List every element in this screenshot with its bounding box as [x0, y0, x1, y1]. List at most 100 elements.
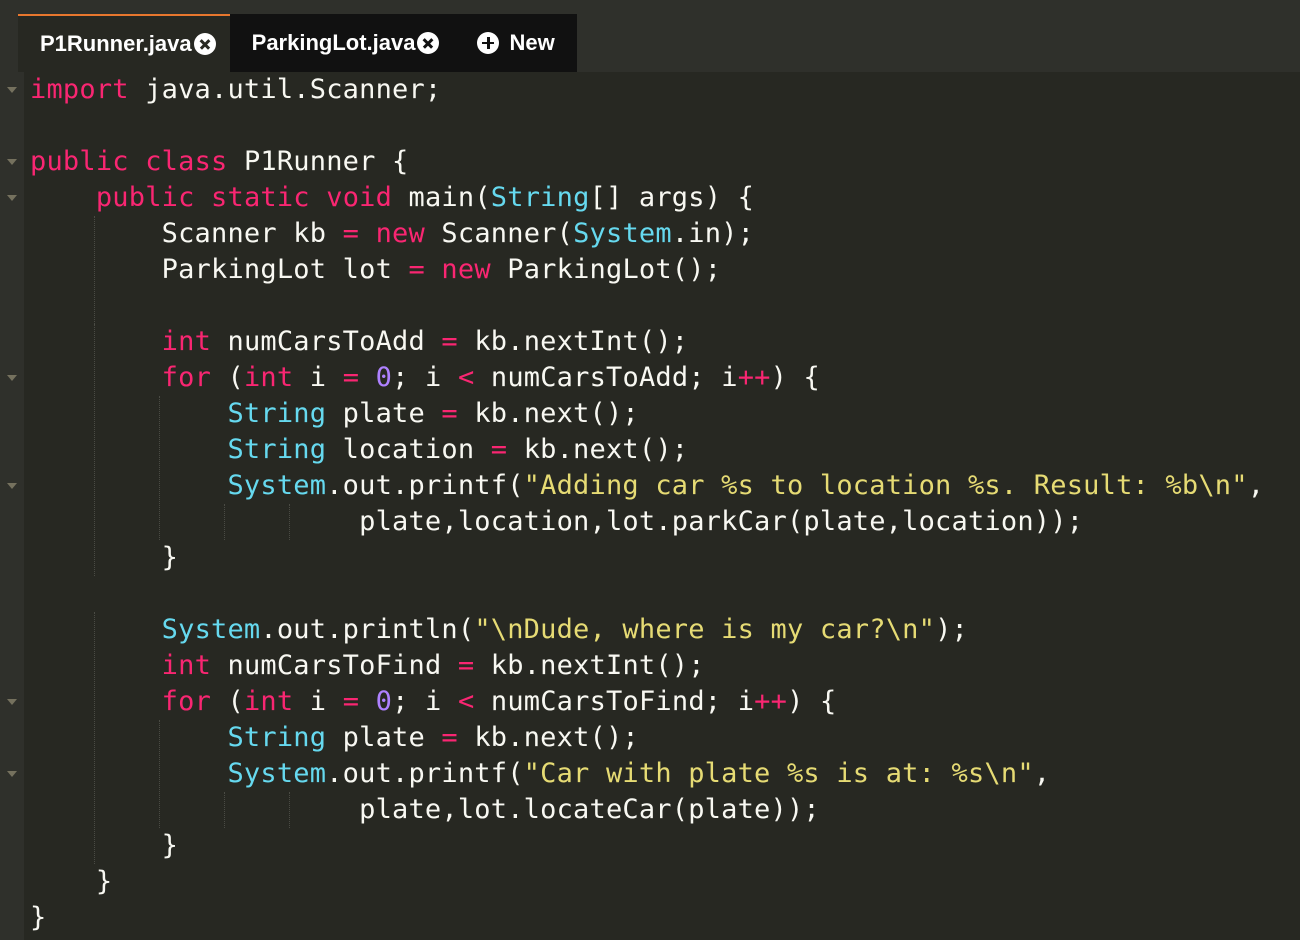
- code-token: System: [227, 470, 327, 501]
- code-line: for (int i = 0; i < numCarsToFind; i++) …: [30, 684, 837, 720]
- code-token: 0: [375, 686, 393, 717]
- code-line: import java.util.Scanner;: [30, 72, 441, 108]
- code-token: Scanner(: [424, 218, 574, 249]
- code-token: int: [161, 326, 212, 357]
- code-line: String plate = kb.next();: [30, 720, 639, 756]
- fold-arrow-icon[interactable]: [7, 699, 17, 705]
- code-line: System.out.println("\nDude, where is my …: [30, 612, 968, 648]
- code-token: [] args) {: [589, 182, 755, 213]
- code-token: plate,lot.locateCar(plate));: [30, 794, 820, 825]
- fold-arrow-icon[interactable]: [7, 375, 17, 381]
- code-token: ; i: [392, 362, 458, 393]
- code-token: =: [408, 254, 425, 285]
- fold-arrow-icon[interactable]: [7, 195, 17, 201]
- code-token: new: [441, 254, 491, 285]
- new-tab-button[interactable]: New: [453, 14, 577, 72]
- code-token: "Car with plate %s is at: %s\n": [523, 758, 1034, 789]
- code-token: String: [490, 182, 590, 213]
- code-token: plate: [326, 722, 442, 753]
- code-token: numCarsToFind: [211, 650, 458, 681]
- code-token: public: [95, 182, 195, 213]
- code-token: main(: [392, 182, 491, 213]
- code-token: =: [441, 722, 458, 753]
- code-token: int: [161, 650, 212, 681]
- fold-arrow-icon[interactable]: [7, 159, 17, 165]
- code-token: (: [211, 362, 244, 393]
- code-token: ,: [1033, 758, 1051, 789]
- code-line: }: [30, 864, 112, 900]
- code-line: System.out.printf("Adding car %s to loca…: [30, 468, 1264, 504]
- code-token: int: [243, 362, 294, 393]
- code-token: System: [573, 218, 672, 249]
- code-line: plate,location,lot.parkCar(plate,locatio…: [30, 504, 1083, 540]
- code-token: ,: [1247, 470, 1265, 501]
- tab-p1runner[interactable]: P1Runner.java: [18, 14, 230, 72]
- code-token: =: [490, 434, 508, 465]
- fold-arrow-icon[interactable]: [7, 87, 17, 93]
- close-icon[interactable]: [193, 33, 216, 55]
- code-token: ) {: [787, 686, 837, 717]
- code-token: numCarsToAdd; i: [474, 362, 738, 393]
- code-token: =: [342, 686, 360, 717]
- code-token: .in);: [671, 218, 755, 249]
- code-line: }: [30, 900, 46, 936]
- code-line: for (int i = 0; i < numCarsToAdd; i++) {: [30, 360, 820, 396]
- code-token: }: [30, 866, 113, 897]
- code-token: void: [326, 182, 393, 213]
- code-token: System: [161, 614, 261, 645]
- code-token: class: [145, 146, 228, 177]
- code-line: }: [30, 540, 178, 576]
- code-token: ; i: [392, 686, 458, 717]
- fold-arrow-icon[interactable]: [7, 483, 17, 489]
- code-line: int numCarsToAdd = kb.nextInt();: [30, 324, 688, 360]
- code-line: ParkingLot lot = new ParkingLot();: [30, 252, 721, 288]
- tab-parkinglot[interactable]: ParkingLot.java: [229, 14, 454, 72]
- code-token: "\nDude, where is my car?\n": [474, 614, 936, 645]
- code-token: plate,location,lot.parkCar(plate,locatio…: [30, 506, 1084, 537]
- code-token: ++: [737, 362, 771, 393]
- code-token: Scanner kb: [30, 218, 343, 249]
- code-token: ++: [754, 686, 788, 717]
- tab-list: P1Runner.java ParkingLot.java New: [18, 14, 577, 72]
- code-line: String location = kb.next();: [30, 432, 688, 468]
- code-token: .out.println(: [260, 614, 475, 645]
- close-icon[interactable]: [417, 32, 440, 54]
- code-editor-window: P1Runner.java ParkingLot.java New import…: [0, 0, 1300, 940]
- code-line: public class P1Runner {: [30, 144, 409, 180]
- code-token: location: [326, 434, 491, 465]
- code-line: plate,lot.locateCar(plate));: [30, 792, 820, 828]
- tab-label: P1Runner.java: [40, 31, 192, 56]
- code-line: Scanner kb = new Scanner(System.in);: [30, 216, 754, 252]
- fold-arrow-icon[interactable]: [7, 771, 17, 777]
- code-token: "Adding car %s to location %s. Result: %…: [523, 470, 1248, 501]
- tab-bar: P1Runner.java ParkingLot.java New: [0, 0, 1300, 72]
- code-token: numCarsToFind; i: [474, 686, 755, 717]
- code-token: for: [161, 362, 212, 393]
- code-token: String: [227, 398, 327, 429]
- plus-icon: [477, 32, 500, 54]
- code-token: plate: [326, 398, 442, 429]
- new-tab-label: New: [509, 30, 555, 55]
- code-token: ParkingLot();: [490, 254, 722, 285]
- code-area[interactable]: import java.util.Scanner; public class P1…: [30, 72, 1290, 940]
- code-token: ) {: [770, 362, 820, 393]
- code-token: <: [457, 362, 475, 393]
- code-token: String: [227, 434, 327, 465]
- code-token: .out.printf(: [326, 470, 524, 501]
- code-token: System: [227, 758, 327, 789]
- code-token: i: [293, 362, 343, 393]
- code-line: public static void main(String[] args) {: [30, 180, 754, 216]
